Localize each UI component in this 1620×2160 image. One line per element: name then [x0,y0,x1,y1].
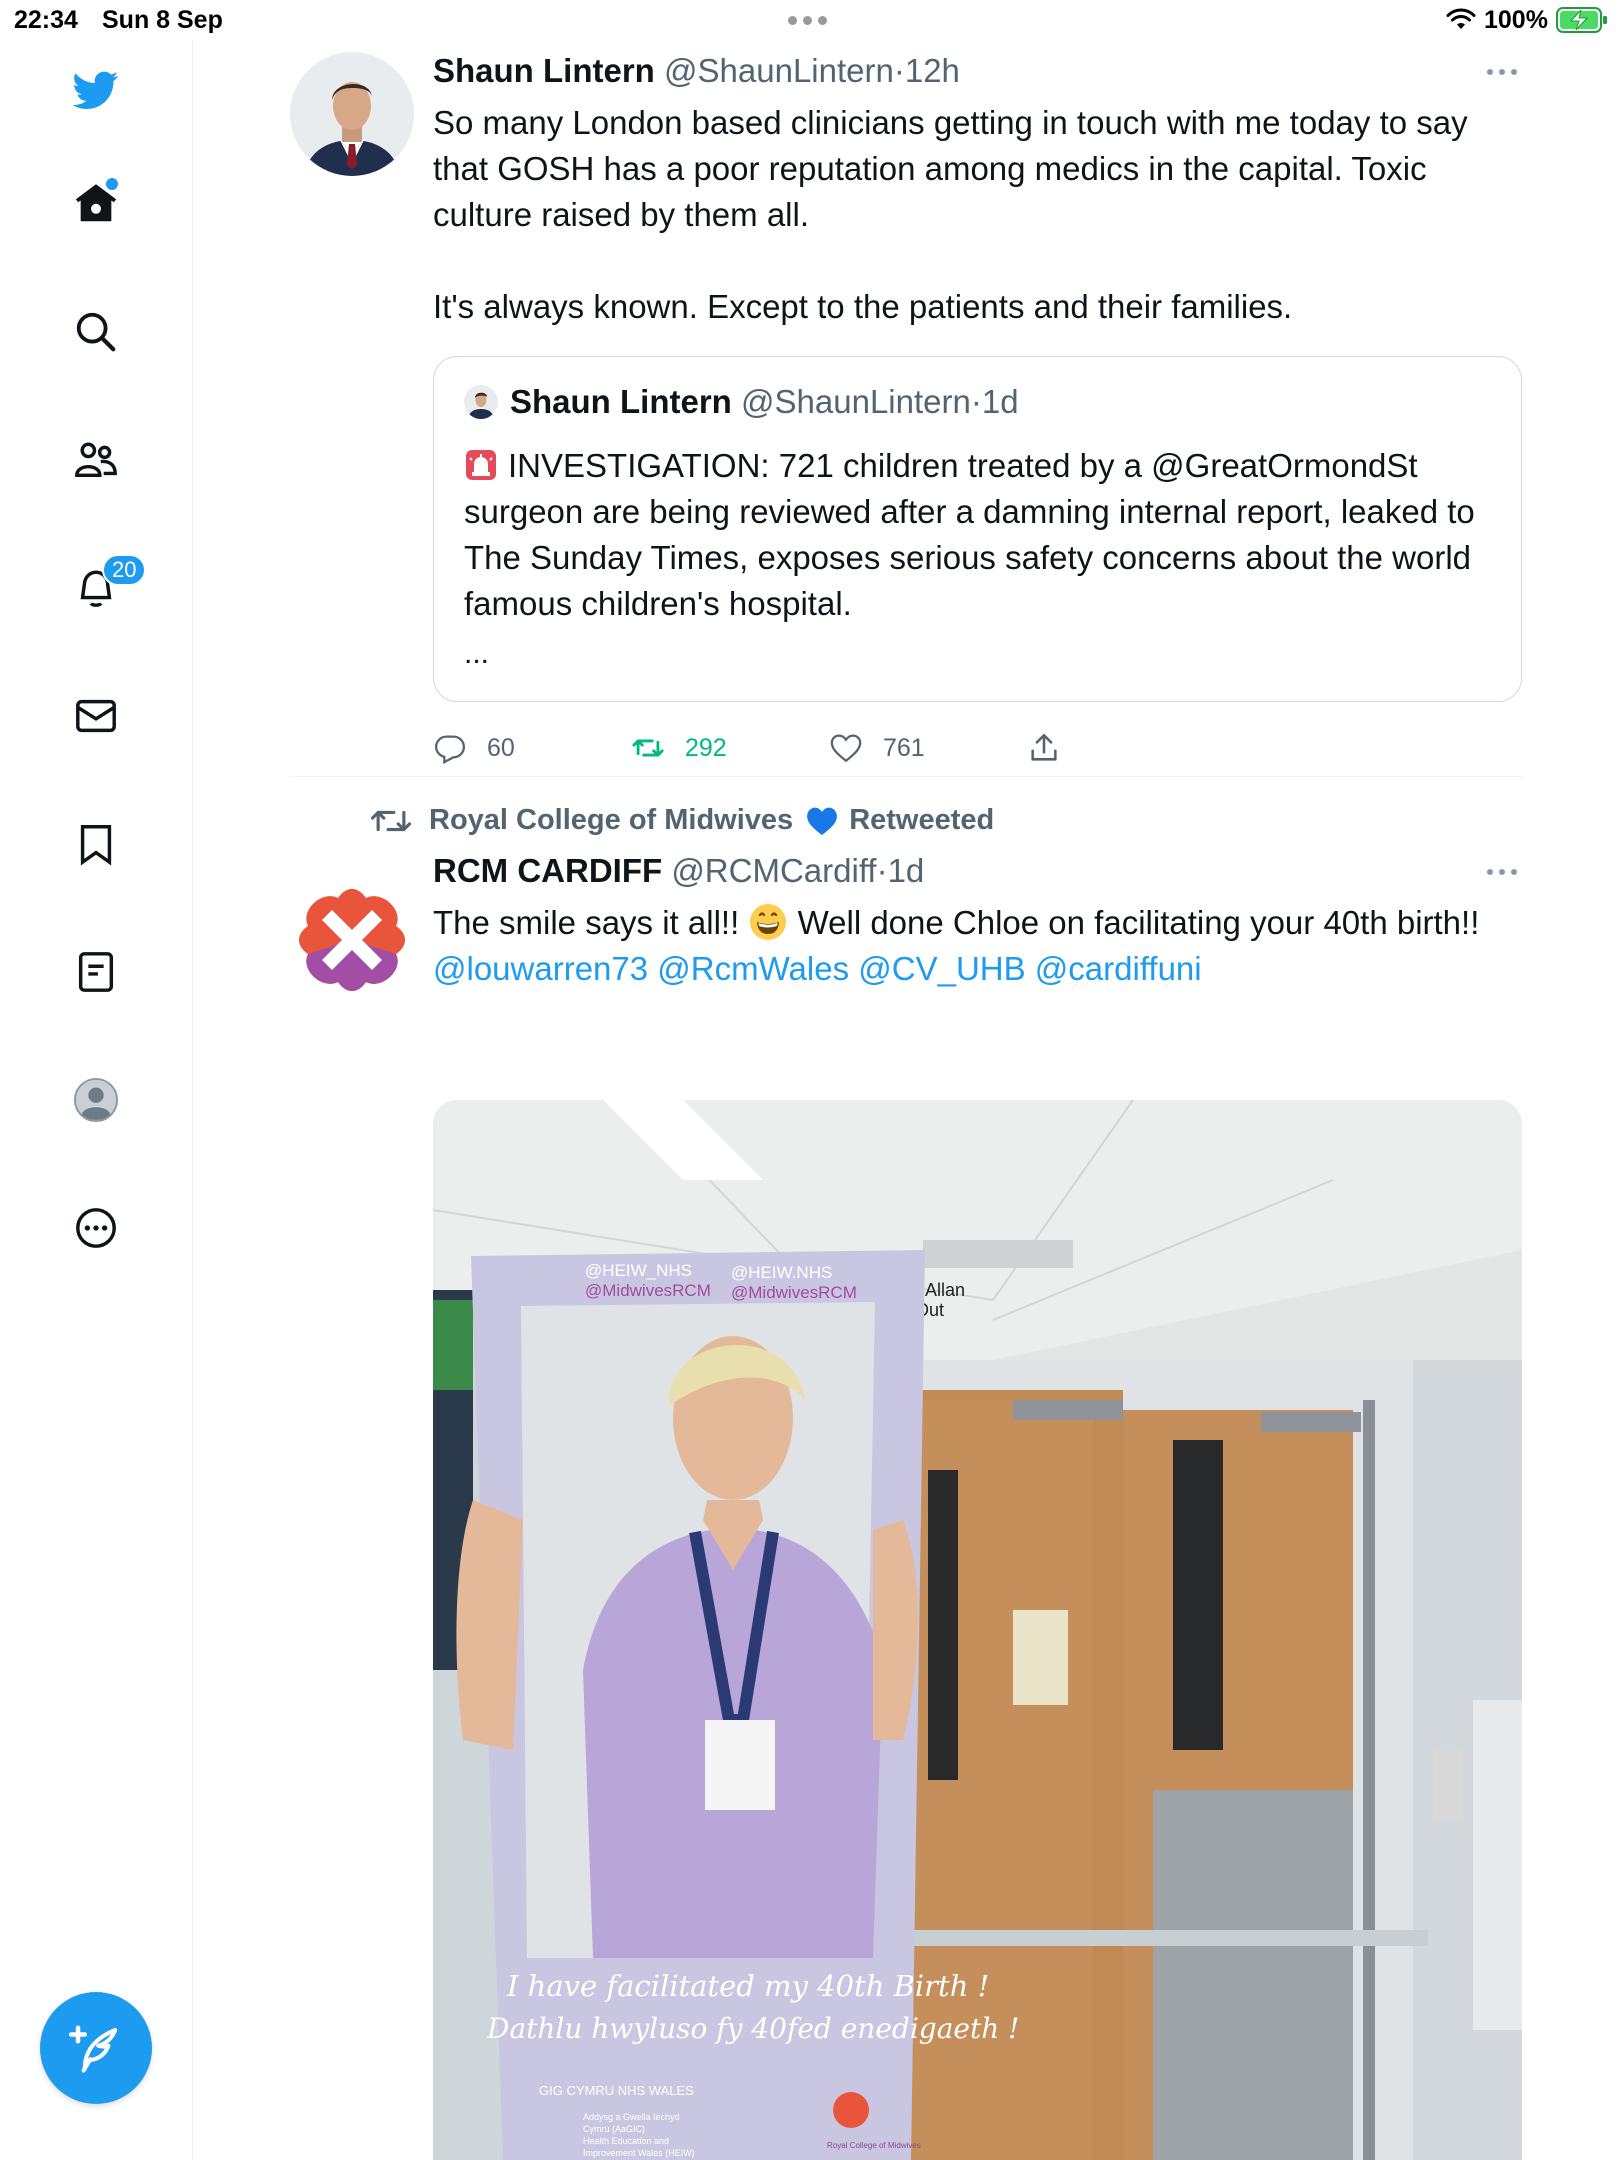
quote-avatar [464,385,498,419]
more-options-icon[interactable] [62,1194,130,1262]
status-bar: 22:34 Sun 8 Sep 100% [0,0,1620,40]
messages-icon[interactable] [62,682,130,750]
blue-heart-emoji-icon [807,807,838,835]
frame-logo-rcm: Royal College of Midwives [827,2141,921,2150]
like-count: 761 [883,733,925,762]
twitter-logo-icon[interactable] [62,56,130,124]
quote-author-name: Shaun Lintern [510,383,732,420]
reply-button[interactable]: 60 [433,728,515,768]
frame-logo-heiw-4: Improvement Wales (HEIW) [583,2148,695,2158]
profile-icon[interactable] [62,1066,130,1134]
compose-tweet-button[interactable] [40,1992,152,2104]
home-icon[interactable] [62,170,130,238]
frame-text-tl2: @MidwivesRCM [585,1281,711,1300]
mention-link[interactable]: @CV_UHB [858,950,1025,987]
tweet-text: So many London based clinicians getting … [433,104,1468,325]
author-name[interactable]: RCM CARDIFF [433,852,662,889]
reply-icon [434,735,466,765]
heart-icon [830,734,862,763]
wifi-icon [1446,8,1476,29]
author-handle[interactable]: @RCMCardiff [671,852,876,889]
like-button[interactable]: 761 [829,728,925,768]
frame-text-tr2: @MidwivesRCM [731,1283,857,1302]
more-options-icon[interactable] [1482,62,1522,82]
tweet-text-part1: The smile says it all!! [433,904,749,941]
battery-percent: 100% [1484,6,1548,34]
author-handle[interactable]: @ShaunLintern [664,52,894,89]
notifications-icon[interactable]: 20 [62,554,147,622]
battery-charging-icon [1556,7,1607,33]
tweet-body: RCM CARDIFF @RCMCardiff·1d The smile say… [433,852,1522,992]
lists-icon[interactable] [62,938,130,1006]
status-date: Sun 8 Sep [102,6,223,34]
share-button[interactable] [1027,728,1061,768]
tweet-actions: 60 292 761 [433,728,1522,768]
author-name[interactable]: Shaun Lintern [433,52,655,89]
tweet[interactable]: Shaun Lintern @ShaunLintern·12h So many … [290,52,1522,772]
tweet-time[interactable]: 1d [888,852,925,889]
tweet-header: RCM CARDIFF @RCMCardiff·1d [433,852,1522,896]
notifications-badge: 20 [102,554,147,586]
quote-ellipsis: ... [464,637,490,670]
frame-caption-2: Dathlu hwyluso fy 40fed enedigaeth ! [486,2012,1019,2045]
share-icon [1031,733,1057,761]
frame-caption-1: I have facilitated my 40th Birth ! [506,1969,989,2003]
quote-time: 1d [981,383,1019,420]
tweet-body: Shaun Lintern @ShaunLintern·12h So many … [433,52,1522,765]
tweet-time[interactable]: 12h [905,52,960,89]
retweet-icon [371,810,411,831]
compose-tweet-icon [69,2025,118,2073]
quote-text: INVESTIGATION: 721 children treated by a… [464,447,1475,622]
frame-logo-heiw-3: Health Education and [583,2136,669,2146]
quote-tweet[interactable]: Shaun Lintern @ShaunLintern · 1d INVESTIGA… [433,356,1522,702]
separator: · [876,852,888,889]
tweet-text-part2: Well done Chloe on facilitating your 40t… [788,904,1489,941]
bookmarks-icon[interactable] [62,810,130,878]
photo-illustration: l Allan Out @HEIW_NHS @MidwivesRCM @HEIW… [433,1100,1522,2160]
multitasking-dots-icon[interactable] [788,16,827,25]
mention-link[interactable]: @louwarren73 [433,950,648,987]
quote-separator: · [970,383,982,420]
tweet-photo[interactable]: l Allan Out @HEIW_NHS @MidwivesRCM @HEIW… [433,1100,1522,2160]
quote-text-container: INVESTIGATION: 721 children treated by a… [464,443,1494,627]
siren-emoji-icon [466,450,496,480]
tweet[interactable]: RCM CARDIFF @RCMCardiff·1d The smile say… [290,852,1522,2160]
frame-logo-nhs: GIG CYMRU NHS WALES [539,2083,694,2098]
mention-link[interactable]: @RcmWales [657,950,849,987]
avatar[interactable] [290,52,414,176]
frame-text-tl: @HEIW_NHS [585,1261,692,1280]
grinning-face-emoji-icon [750,904,787,940]
search-icon[interactable] [62,298,130,366]
avatar[interactable] [290,878,414,1002]
status-time: 22:34 [14,6,78,34]
communities-icon[interactable] [62,426,130,494]
frame-text-tr: @HEIW.NHS [731,1263,832,1282]
home-unread-dot [106,178,118,190]
retweet-icon [632,739,664,757]
sidebar-nav: 20 [0,40,193,2160]
frame-logo-heiw-2: Cymru (AaGIC) [583,2124,645,2134]
more-options-icon[interactable] [1482,862,1522,882]
tweet-text: The smile says it all!! Well done Chloe … [433,900,1522,992]
tweet-header: Shaun Lintern @ShaunLintern·12h [433,52,1522,96]
frame-logo-heiw-1: Addysg a Gwella Iechyd [583,2112,680,2122]
tweet-divider [290,776,1522,777]
mention-link[interactable]: @cardiffuni [1035,950,1202,987]
quote-author-handle: @ShaunLintern [741,383,971,420]
retweeted-by-name: Royal College of Midwives [429,804,794,836]
quote-header: Shaun Lintern @ShaunLintern · 1d [464,383,1019,421]
retweeted-label: Retweeted [849,804,995,836]
retweet-context[interactable]: Royal College of Midwives Retweeted [371,804,994,837]
retweet-button[interactable]: 292 [631,728,727,768]
reply-count: 60 [487,733,515,762]
separator: · [893,52,905,89]
retweet-count: 292 [685,733,727,762]
